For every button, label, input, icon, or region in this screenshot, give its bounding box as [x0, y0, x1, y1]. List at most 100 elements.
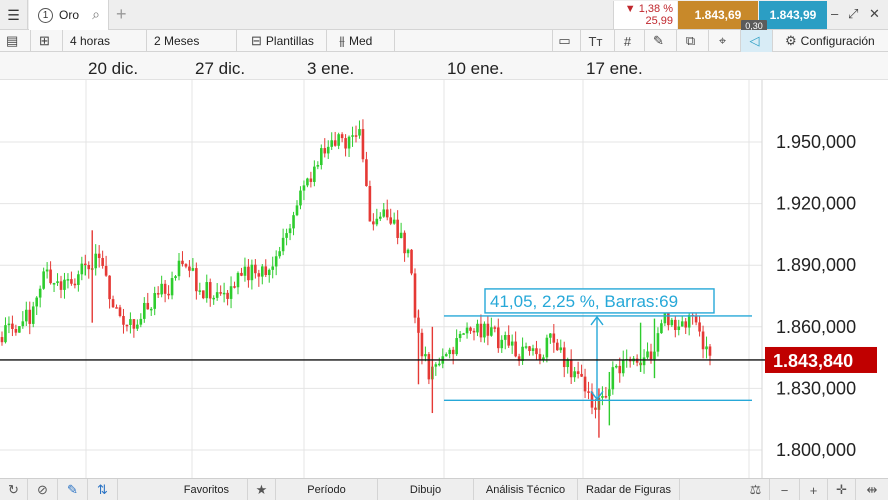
settings-button[interactable]: ⚙ Configuración [772, 30, 888, 52]
pencil-icon[interactable]: ✎ [58, 479, 88, 500]
candle-body [479, 323, 483, 338]
templates-button[interactable]: ⊟ Plantillas [236, 30, 326, 52]
candle-body [49, 269, 52, 284]
candle [201, 290, 205, 300]
price-tick-label: 1.860,000 [776, 317, 856, 337]
candle-body [396, 219, 399, 238]
candle-body [205, 282, 209, 299]
drawing-button[interactable]: Dibujo [378, 479, 474, 500]
candle-body [233, 286, 236, 288]
candle-body [215, 292, 219, 298]
candle [18, 325, 21, 333]
candle-body [163, 283, 167, 294]
grid-icon[interactable]: # [614, 30, 644, 52]
candle-body [434, 364, 438, 367]
interval-label: 4 horas [70, 34, 111, 48]
drawing-tools-icon[interactable]: ✎ [644, 30, 676, 52]
candle-body [181, 260, 184, 265]
candle-body [483, 323, 486, 338]
candle-body [174, 276, 177, 279]
candle-body [94, 253, 98, 269]
candle-body [385, 209, 389, 218]
candle-body [14, 328, 18, 333]
zoom-in-icon[interactable]: + [800, 479, 828, 500]
candle-body [222, 292, 226, 295]
candle-body [149, 308, 153, 311]
document-icon[interactable]: ▭ [552, 30, 580, 52]
candle-body [486, 323, 490, 336]
technical-label: Análisis Técnico [485, 484, 566, 496]
candle-body [410, 249, 413, 274]
candle-body [271, 266, 275, 270]
measure-label: 41,05, 2,25 %, Barras:69 [490, 292, 678, 311]
tab-bar: ☰ 1 Oro ⌕ + ▼ 1,38 % 25,99 1.843,69 1.84… [0, 0, 888, 31]
candle-body [142, 302, 146, 319]
price-change: ▼ 1,38 % 25,99 [613, 1, 677, 29]
candle-body [569, 359, 573, 378]
candle-body [104, 265, 108, 276]
crosshair-icon[interactable]: ⌖ [708, 30, 740, 52]
candle-body [281, 237, 285, 252]
cancel-icon[interactable]: ⊘ [28, 479, 58, 500]
candle-body [139, 318, 143, 325]
candle-body [469, 327, 472, 331]
candle-body [420, 332, 424, 357]
price-label-icon[interactable]: ◁ [740, 30, 772, 52]
interval-select[interactable]: 4 horas [62, 30, 146, 52]
candle-body [118, 307, 122, 317]
candle-body [219, 292, 222, 294]
candle-body [594, 407, 597, 410]
candle-body [413, 273, 417, 318]
refresh-icon[interactable]: ↻ [0, 479, 28, 500]
pattern-radar-button[interactable]: Radar de Figuras [578, 479, 680, 500]
search-icon[interactable]: ⌕ [92, 6, 100, 23]
fit-icon[interactable]: ⇹ [856, 479, 888, 500]
price-tick-label: 1.920,000 [776, 194, 856, 214]
chart-style-button[interactable]: ⫵ Med [326, 30, 394, 52]
close-icon[interactable]: ✕ [869, 6, 880, 22]
candle-body [70, 279, 73, 284]
star-icon[interactable]: ★ [248, 479, 276, 500]
scale-icon[interactable]: ⚖ [742, 479, 770, 500]
candle-body [646, 351, 649, 358]
range-select[interactable]: 2 Meses [146, 30, 236, 52]
favorites-button[interactable]: Favoritos [118, 479, 248, 500]
candle-body [302, 185, 306, 191]
expand-icon[interactable]: ⤢ [848, 6, 858, 22]
zoom-out-icon[interactable]: − [770, 479, 800, 500]
candle-body [326, 146, 330, 154]
buy-button[interactable]: 1.843,99 [759, 1, 827, 29]
hamburger-icon[interactable]: ☰ [0, 0, 28, 30]
crosshair-icon[interactable]: ✛ [828, 479, 856, 500]
candle-body [111, 299, 115, 308]
candle-body [500, 339, 504, 349]
technical-analysis-button[interactable]: Análisis Técnico [474, 479, 578, 500]
candle-body [576, 371, 580, 374]
candle-body [372, 221, 375, 225]
magnet-icon[interactable]: ⇅ [88, 479, 118, 500]
candle-body [660, 323, 663, 334]
text-size-icon[interactable]: Tт [580, 30, 614, 52]
candle-body [670, 319, 674, 326]
add-tab-button[interactable]: + [116, 4, 127, 25]
minimize-icon[interactable]: – [831, 6, 838, 21]
candle-body [167, 293, 170, 296]
chart-grid [0, 80, 888, 478]
list-icon[interactable]: ▤ [6, 30, 22, 52]
candle [410, 249, 413, 276]
copy-icon[interactable]: ⧉ [676, 30, 708, 52]
price-chart[interactable]: 41,05, 2,25 %, Barras:69 1.843,840 1.950… [0, 80, 888, 478]
candle-body [337, 134, 340, 146]
tab-oro[interactable]: 1 Oro ⌕ [29, 0, 109, 30]
layout-icon[interactable]: ⊞ [30, 30, 62, 52]
candle-body [31, 306, 35, 324]
candle-body [7, 323, 11, 326]
candle-body [18, 326, 21, 333]
period-button[interactable]: Período [276, 479, 378, 500]
candle-body [0, 337, 4, 343]
candle-body [45, 269, 49, 272]
gear-icon: ⚙ [785, 33, 797, 48]
candle-body [642, 357, 646, 366]
bottom-bar: ↻ ⊘ ✎ ⇅ Favoritos ★ Período Dibujo Análi… [0, 478, 888, 500]
candle-body [552, 333, 556, 343]
